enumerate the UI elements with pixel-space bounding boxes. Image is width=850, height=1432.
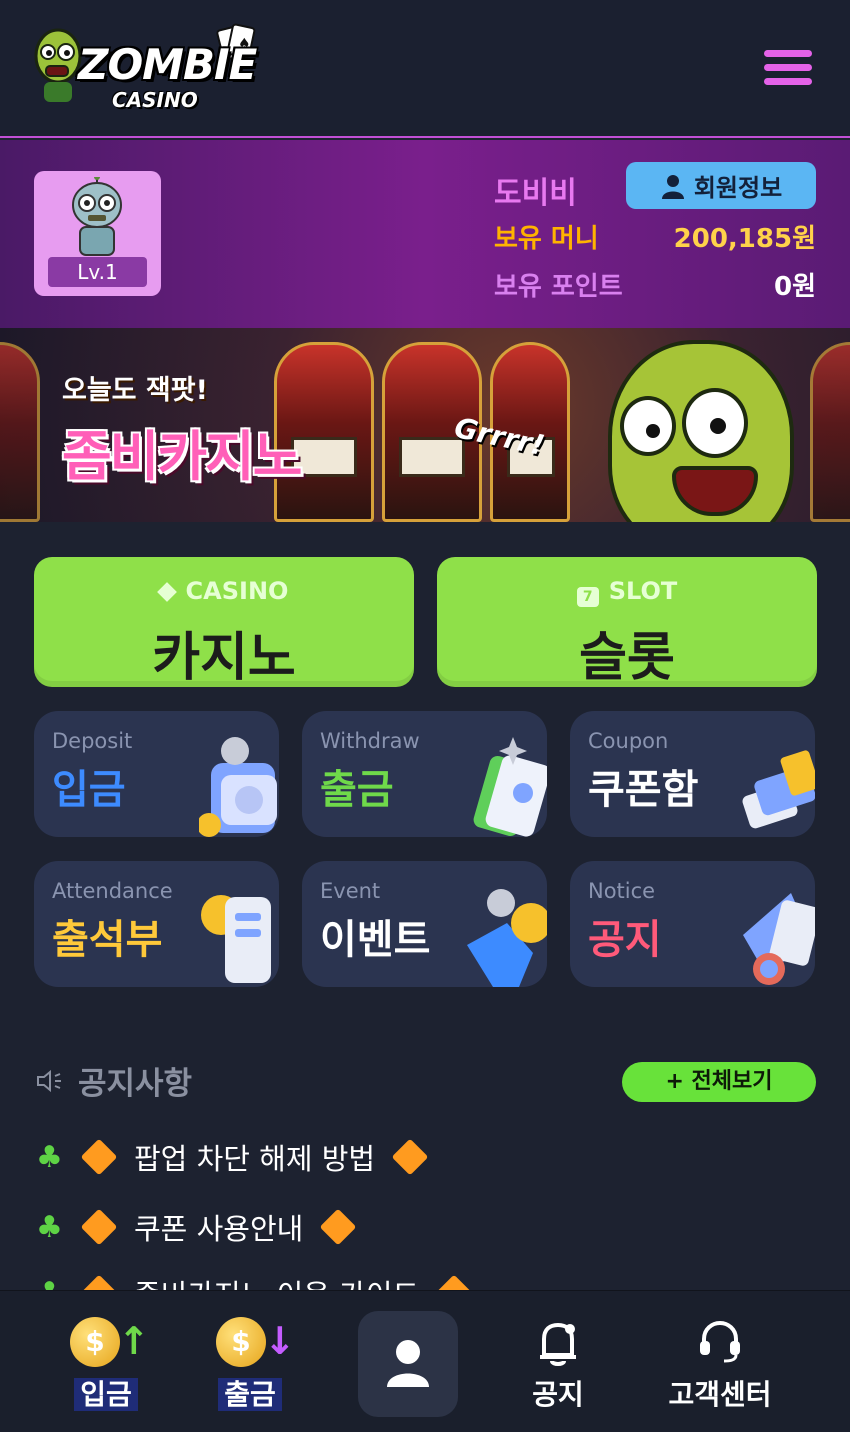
- gift-coin-icon: [467, 889, 547, 987]
- bell-notice-icon: [540, 1322, 576, 1366]
- username: 도비비: [494, 176, 577, 211]
- diamond-icon: [391, 1138, 429, 1176]
- cash-stack-icon: [473, 737, 547, 837]
- coupon-tile[interactable]: Coupon 쿠폰함: [570, 711, 815, 837]
- header: ♠ ZOMBIE CASINO: [0, 0, 850, 138]
- notice-item-text: 팝업 차단 해제 방법: [134, 1142, 376, 1176]
- withdraw-coin-icon: $: [216, 1317, 266, 1367]
- tile-en-label: Attendance: [52, 879, 173, 903]
- point-label: 보유 포인트: [494, 272, 623, 302]
- tile-ko-label: 쿠폰함: [588, 767, 699, 813]
- tile-ko-label: 입금: [52, 767, 126, 813]
- slot-machine-image: [0, 342, 40, 522]
- bottom-nav-label: 출금: [180, 1373, 320, 1413]
- tile-ko-label: 공지: [588, 917, 662, 963]
- bottom-nav-deposit[interactable]: $ ↑ 입금: [36, 1305, 176, 1423]
- page: ♠ ZOMBIE CASINO Lv.1 도비비 회원정보 보유 머니 200,…: [0, 0, 850, 1432]
- level-badge: Lv.1: [48, 257, 147, 287]
- arrow-up-icon: ↑: [118, 1319, 150, 1363]
- casino-ko-label: 카지노: [152, 628, 296, 688]
- promo-banner[interactable]: 오늘도 잭팟! 좀비카지노 Grrrr!: [0, 328, 850, 522]
- arrow-down-icon: ↓: [264, 1319, 296, 1363]
- club-icon: ♣: [36, 1139, 63, 1175]
- zombie-mascot-image: [608, 340, 794, 522]
- money-row: 보유 머니 200,185원: [494, 218, 816, 255]
- club-icon: ♣: [36, 1209, 63, 1245]
- diamond-icon: [80, 1138, 118, 1176]
- notice-title: 공지사항: [78, 1066, 193, 1102]
- megaphone-icon: [743, 893, 815, 985]
- bottom-nav-withdraw[interactable]: $ ↓ 출금: [180, 1305, 320, 1423]
- hamburger-menu-icon[interactable]: [764, 50, 814, 88]
- logo-word: ZOMBIE: [78, 40, 257, 89]
- attendance-tile[interactable]: Attendance 출석부: [34, 861, 279, 987]
- member-info-label: 회원정보: [693, 174, 783, 202]
- speaker-icon: [37, 1069, 61, 1092]
- event-tile[interactable]: Event 이벤트: [302, 861, 547, 987]
- zombie-avatar-icon: [72, 177, 122, 256]
- slot-machine-image: [810, 342, 850, 522]
- bottom-nav-label: 고객센터: [668, 1378, 772, 1411]
- tile-en-label: Withdraw: [320, 729, 420, 753]
- banner-title: 좀비카지노: [62, 425, 302, 488]
- bottom-nav-profile[interactable]: [358, 1311, 458, 1417]
- user-profile-icon: [387, 1340, 429, 1387]
- diamond-icon: [80, 1208, 118, 1246]
- wallet-coin-icon: [199, 737, 277, 837]
- logo-subtext: CASINO: [112, 88, 198, 112]
- slot-seven-icon: 7: [576, 587, 599, 607]
- slot-en-label: 7 SLOT: [437, 577, 817, 607]
- money-label: 보유 머니: [494, 224, 599, 254]
- coupon-icon: [742, 750, 815, 829]
- bottom-nav-support[interactable]: 고객센터: [650, 1305, 790, 1423]
- point-row: 보유 포인트 0원: [494, 266, 816, 303]
- view-all-button[interactable]: + 전체보기: [622, 1062, 816, 1102]
- person-icon: [661, 174, 684, 199]
- headset-icon: [700, 1320, 740, 1363]
- slot-button[interactable]: 7 SLOT 슬롯: [437, 557, 817, 688]
- notice-item[interactable]: ♣ 팝업 차단 해제 방법: [36, 1136, 796, 1178]
- member-info-button[interactable]: 회원정보: [626, 162, 816, 209]
- tile-ko-label: 출석부: [52, 917, 163, 963]
- diamond-icon: [319, 1208, 357, 1246]
- tile-en-label: Coupon: [588, 729, 669, 753]
- receipt-coin-icon: [201, 895, 271, 983]
- bottom-nav-label: 공지: [532, 1378, 584, 1411]
- bottom-nav-label: 입금: [36, 1373, 176, 1413]
- deposit-coin-icon: $: [70, 1317, 120, 1367]
- deposit-tile[interactable]: Deposit 입금: [34, 711, 279, 837]
- tile-en-label: Event: [320, 879, 381, 903]
- money-value: 200,185원: [673, 224, 816, 254]
- notice-item[interactable]: ♣ 쿠폰 사용안내: [36, 1206, 796, 1248]
- casino-button[interactable]: CASINO 카지노: [34, 557, 414, 688]
- tile-ko-label: 출금: [320, 767, 394, 813]
- banner-tagline: 오늘도 잭팟!: [62, 375, 208, 406]
- tile-en-label: Notice: [588, 879, 656, 903]
- diamond-icon: [156, 582, 177, 602]
- notice-item-text: 쿠폰 사용안내: [134, 1212, 304, 1246]
- zombie-casino-logo[interactable]: ♠ ZOMBIE CASINO: [30, 22, 260, 114]
- notice-tile[interactable]: Notice 공지: [570, 861, 815, 987]
- slot-ko-label: 슬롯: [579, 628, 675, 688]
- user-panel: Lv.1 도비비 회원정보 보유 머니 200,185원 보유 포인트 0원: [0, 140, 850, 328]
- withdraw-tile[interactable]: Withdraw 출금: [302, 711, 547, 837]
- notice-section-title: 공지사항: [36, 1058, 192, 1103]
- point-value: 0원: [773, 272, 816, 302]
- casino-en-label: CASINO: [34, 577, 414, 605]
- tile-ko-label: 이벤트: [320, 917, 431, 963]
- tile-en-label: Deposit: [52, 729, 133, 753]
- bottom-nav-notice[interactable]: 공지: [488, 1305, 628, 1423]
- avatar[interactable]: Lv.1: [34, 171, 161, 296]
